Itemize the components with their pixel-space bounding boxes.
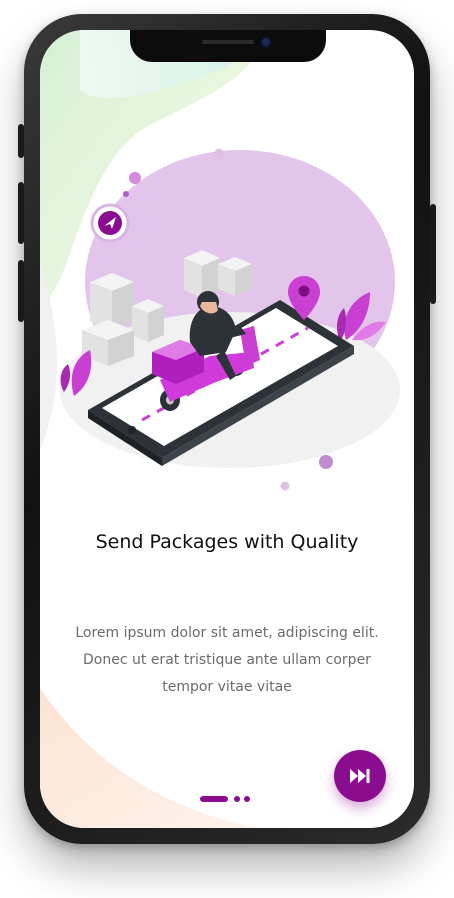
power-button xyxy=(430,204,436,304)
onboarding-title: Send Packages with Quality xyxy=(95,531,359,553)
front-camera xyxy=(260,36,272,48)
volume-down-button xyxy=(18,260,24,322)
page-indicator xyxy=(200,795,260,803)
phone-frame: Send Packages with Quality Lorem ipsum d… xyxy=(18,14,436,844)
page-indicator-dot[interactable] xyxy=(244,796,250,802)
page-indicator-dot[interactable] xyxy=(234,796,240,802)
silent-switch xyxy=(18,124,24,158)
volume-up-button xyxy=(18,182,24,244)
notch xyxy=(130,30,326,62)
skip-forward-icon xyxy=(350,769,370,783)
skip-next-button[interactable] xyxy=(334,750,386,802)
delivery-illustration xyxy=(40,30,400,491)
speaker-grille xyxy=(202,40,254,44)
app-screen: Send Packages with Quality Lorem ipsum d… xyxy=(40,30,414,828)
page-indicator-active[interactable] xyxy=(200,796,228,802)
